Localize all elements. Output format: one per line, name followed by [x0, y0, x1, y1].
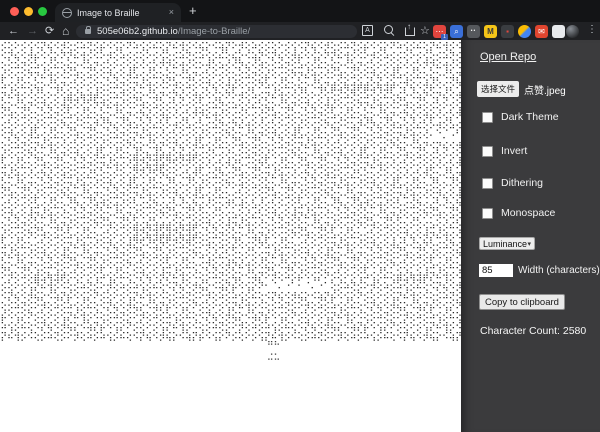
file-input: 选择文件 点赞.jpeg	[477, 81, 566, 97]
browser-toolbar: ← → ⟳ ⌂ 505e06b2.github.io/Image-to-Brai…	[0, 22, 600, 40]
tab-strip: Image to Braille × +	[0, 0, 600, 22]
ext-glyph: ••	[470, 27, 477, 34]
close-window-button[interactable]	[10, 7, 19, 16]
tab-title: Image to Braille	[77, 7, 140, 18]
home-button[interactable]: ⌂	[62, 24, 69, 38]
bookmark-star-icon[interactable]: ☆	[420, 24, 430, 37]
copy-to-clipboard-button[interactable]: Copy to clipboard	[479, 294, 565, 310]
ext-blue-search-icon[interactable]: ⌕	[450, 24, 463, 38]
mode-select-value: Luminance	[483, 238, 528, 249]
selected-file-name: 点赞.jpeg	[524, 85, 566, 97]
dithering-label: Dithering	[501, 177, 544, 189]
new-tab-button[interactable]: +	[189, 3, 197, 18]
width-input-label: Width (characters)	[518, 265, 600, 276]
forward-button[interactable]: →	[27, 24, 38, 38]
braille-art-output: ⡪⢕⠕⡪⢪⠪⡝⢮⠪⡺⢕⡪⠵⢝⡪⡮⠪⢪⡕⠝⠵⢪⡪⠮⢕⡝⠮⢺⡪⠪⢮⡕⠪⢵⡝⠕⡺⢕⠵⡪…	[0, 42, 462, 342]
ext-compass-icon[interactable]	[518, 24, 531, 38]
address-bar[interactable]: 505e06b2.github.io/Image-to-Braille/	[76, 24, 357, 38]
mode-select-dropdown[interactable]: Luminance ▾	[479, 237, 535, 250]
extensions-puzzle-icon[interactable]	[552, 24, 565, 38]
monospace-checkbox[interactable]	[482, 207, 493, 219]
monospace-checkbox-row: Monospace	[482, 207, 555, 219]
zoom-window-button[interactable]	[38, 7, 47, 16]
choose-file-button[interactable]: 选择文件	[477, 81, 520, 97]
braille-art-tail: ⣐⣂	[267, 351, 281, 361]
url-domain: 505e06b2.github.io	[97, 25, 178, 37]
ext-red-mail-icon[interactable]: ✉	[535, 24, 548, 38]
dithering-checkbox-row: Dithering	[482, 177, 543, 189]
extension-badge: 1	[441, 33, 448, 40]
dark-theme-checkbox[interactable]	[482, 111, 493, 123]
ext-dark-red-icon[interactable]: ▪	[501, 24, 514, 38]
tab-close-icon[interactable]: ×	[169, 8, 174, 17]
monospace-label: Monospace	[501, 207, 556, 219]
lock-icon	[85, 25, 91, 34]
page-content: ⡪⢕⠕⡪⢪⠪⡝⢮⠪⡺⢕⡪⠵⢝⡪⡮⠪⢪⡕⠝⠵⢪⡪⠮⢕⡝⠮⢺⡪⠪⢮⡕⠪⢵⡝⠕⡺⢕⠵⡪…	[0, 40, 461, 432]
width-input[interactable]	[479, 264, 513, 277]
back-button[interactable]: ←	[8, 24, 19, 38]
url-path: /Image-to-Braille/	[177, 25, 251, 37]
reload-button[interactable]: ⟳	[45, 24, 54, 38]
invert-checkbox-row: Invert	[482, 145, 527, 157]
invert-checkbox[interactable]	[482, 145, 493, 157]
minimize-window-button[interactable]	[24, 7, 33, 16]
ext-glyph: M	[487, 26, 494, 36]
ext-glyph: ⌕	[454, 26, 459, 36]
dithering-checkbox[interactable]	[482, 177, 493, 189]
translate-icon[interactable]: A	[362, 25, 373, 36]
mail-icon: ✉	[538, 26, 545, 36]
chevron-down-icon: ▾	[527, 240, 531, 248]
dark-theme-label: Dark Theme	[501, 111, 559, 123]
share-icon[interactable]	[405, 22, 415, 36]
tab-favicon-globe-icon	[62, 7, 72, 18]
braille-art-tail: ⠛⠓	[267, 341, 281, 351]
open-repo-link[interactable]: Open Repo	[480, 51, 536, 63]
browser-menu-icon[interactable]: ⋮	[587, 24, 597, 35]
invert-label: Invert	[501, 145, 528, 157]
browser-tab[interactable]: Image to Braille ×	[55, 3, 181, 22]
profile-avatar[interactable]	[566, 24, 579, 38]
width-input-row: Width (characters)	[479, 264, 600, 277]
ext-red-dots-icon[interactable]: ⋯ 1	[433, 24, 448, 40]
ext-yellow-m-icon[interactable]: M	[484, 24, 497, 38]
character-count: Character Count: 2580	[480, 325, 587, 337]
controls-sidebar: Open Repo 选择文件 点赞.jpeg Dark Theme Invert…	[461, 40, 600, 432]
ext-dark-face-icon[interactable]: ••	[467, 24, 480, 38]
extensions-row: ⋯ 1 ⌕ •• M ▪ ✉	[433, 24, 565, 40]
ext-glyph: ▪	[506, 26, 509, 36]
page-zoom-icon[interactable]	[384, 25, 393, 34]
dark-theme-checkbox-row: Dark Theme	[482, 111, 559, 123]
url-text: 505e06b2.github.io/Image-to-Braille/	[97, 26, 250, 37]
